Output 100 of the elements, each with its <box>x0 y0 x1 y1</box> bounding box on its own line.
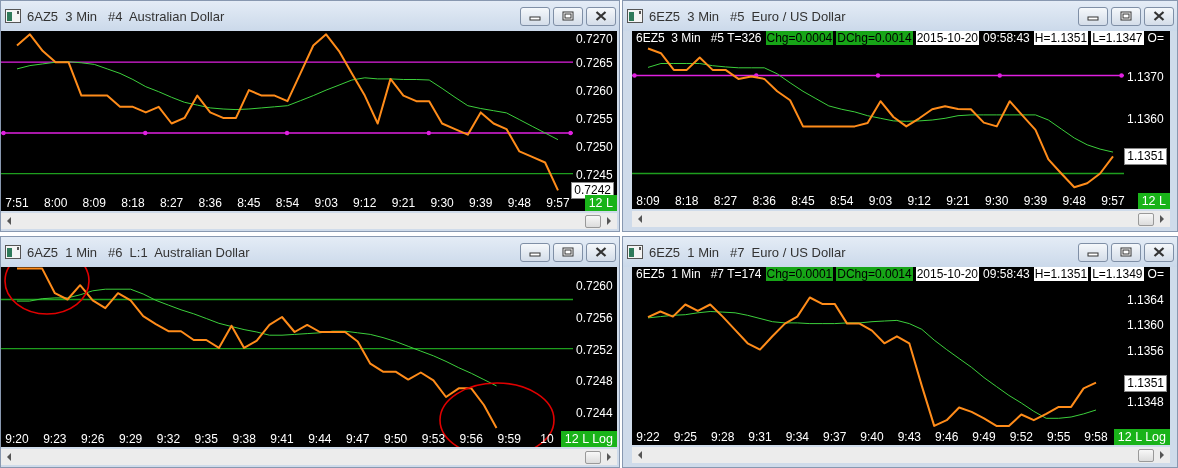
axis-tick-label: 0.7255 <box>576 111 613 126</box>
scale-badge: 12 L Log <box>1113 429 1170 445</box>
window-title: 6AZ5 3 Min #4 Australian Dollar <box>27 8 226 24</box>
scroll-left-icon[interactable] <box>5 217 13 225</box>
info-field: 6EZ5 3 Min #5 T=326 <box>635 31 763 45</box>
time-tick-label: 9:57 <box>1101 194 1125 208</box>
close-button[interactable] <box>586 242 616 262</box>
scroll-left-icon[interactable] <box>636 451 644 459</box>
scale-badge: 12 L <box>584 195 617 211</box>
time-tick-label: 9:22 <box>636 430 660 444</box>
axis-tick-label: 0.7250 <box>576 139 613 154</box>
time-tick-label: 9:03 <box>868 194 893 208</box>
scroll-right-icon[interactable] <box>605 217 613 225</box>
info-field: Chg=0.0004 <box>765 31 834 45</box>
time-tick-label: 9:20 <box>5 432 29 446</box>
time-tick-label: 9:39 <box>469 196 493 210</box>
close-button[interactable] <box>1144 242 1174 262</box>
scrollbar-thumb[interactable] <box>1138 448 1154 462</box>
window-title: 6EZ5 3 Min #5 Euro / US Dollar <box>649 8 847 24</box>
time-tick-label: 8:27 <box>159 196 184 210</box>
time-tick-label: 9:12 <box>353 196 377 210</box>
time-tick-label: 9:37 <box>823 430 847 444</box>
scroll-right-icon[interactable] <box>1158 451 1166 459</box>
scrollbar-thumb[interactable] <box>585 450 601 464</box>
axis-tick-label: 0.7252 <box>576 342 613 357</box>
scale-badge: 12 L Log <box>560 431 617 447</box>
scroll-right-icon[interactable] <box>605 453 613 461</box>
time-tick-label: 9:21 <box>946 194 970 208</box>
scrollbar-thumb[interactable] <box>1138 212 1154 226</box>
time-tick-label: 9:21 <box>391 196 416 210</box>
time-tick-label: 9:44 <box>308 432 332 446</box>
time-tick-label: 8:36 <box>198 196 222 210</box>
time-tick-label: 9:26 <box>81 432 105 446</box>
scrollbar[interactable] <box>632 447 1170 463</box>
info-field: L=1.1349 <box>1091 267 1144 281</box>
axis-tick-label: 1.1360 <box>1127 318 1164 333</box>
minimize-button[interactable] <box>1078 242 1108 262</box>
info-field: 09:58:43 <box>982 31 1031 45</box>
time-tick-label: 9:58 <box>1084 430 1108 444</box>
time-tick-label: 9:30 <box>430 196 454 210</box>
time-tick-label: 9:30 <box>985 194 1009 208</box>
time-tick-label: 9:03 <box>314 196 338 210</box>
time-tick-label: 9:28 <box>711 430 735 444</box>
time-tick-label: 8:09 <box>636 194 660 208</box>
info-field: 2015-10-20 <box>915 31 980 45</box>
axis-tick-label: 1.1364 <box>1127 292 1164 307</box>
axis-tick-label: 0.7244 <box>576 406 613 421</box>
time-tick-label: 9:56 <box>459 432 483 446</box>
time-tick-label: 9:23 <box>43 432 67 446</box>
info-field: DChg=0.0014 <box>836 267 913 281</box>
time-tick-label: 9:41 <box>270 432 294 446</box>
time-tick-label: 9:31 <box>748 430 772 444</box>
minimize-button[interactable] <box>1078 6 1108 26</box>
minimize-button[interactable] <box>520 6 550 26</box>
close-icon <box>1153 247 1165 257</box>
info-field: H=1.1351 <box>1033 31 1089 45</box>
info-field: O= <box>1146 267 1165 281</box>
restore-icon <box>1120 11 1132 21</box>
time-tick-label: 7:51 <box>5 196 29 210</box>
scrollbar[interactable] <box>632 211 1170 227</box>
close-button[interactable] <box>586 6 616 26</box>
time-tick-label: 9:53 <box>421 432 446 446</box>
restore-icon <box>562 11 574 21</box>
scrollbar[interactable] <box>1 449 617 465</box>
axis-tick-label: 0.7248 <box>576 374 613 389</box>
time-tick-label: 9:52 <box>1009 430 1033 444</box>
close-icon <box>1153 11 1165 21</box>
time-tick-label: 9:57 <box>546 196 570 210</box>
scrollbar-thumb[interactable] <box>585 214 601 228</box>
minimize-button[interactable] <box>520 242 550 262</box>
time-tick-label: 8:00 <box>43 196 68 210</box>
scrollbar[interactable] <box>1 213 617 229</box>
scale-badge: 12 L <box>1137 193 1170 209</box>
restore-icon <box>1120 247 1132 257</box>
close-icon <box>595 247 607 257</box>
close-icon <box>595 11 607 21</box>
scroll-right-icon[interactable] <box>1158 215 1166 223</box>
time-tick-label: 9:29 <box>118 432 143 446</box>
axis-tick-label: 0.7260 <box>576 84 613 99</box>
close-button[interactable] <box>1144 6 1174 26</box>
price-label: 1.1351 <box>1124 148 1167 166</box>
axis-tick-label: 1.1360 <box>1127 112 1164 127</box>
time-tick-label: 9:25 <box>673 430 697 444</box>
time-tick-label: 8:27 <box>713 194 738 208</box>
time-tick-label: 8:45 <box>237 196 261 210</box>
scroll-left-icon[interactable] <box>636 215 644 223</box>
restore-icon <box>562 247 574 257</box>
window-title: 6AZ5 1 Min #6 L:1 Australian Dollar <box>27 244 251 260</box>
info-field: 09:58:43 <box>982 267 1031 281</box>
axis-tick-label: 1.1370 <box>1127 69 1164 84</box>
info-field: H=1.1351 <box>1033 267 1089 281</box>
app-icon <box>5 9 21 23</box>
scroll-left-icon[interactable] <box>5 453 13 461</box>
time-tick-label: 9:55 <box>1047 430 1071 444</box>
time-tick-label: 9:59 <box>497 432 521 446</box>
info-field: 2015-10-20 <box>915 267 980 281</box>
axis-tick-label: 0.7256 <box>576 310 613 325</box>
axis-tick-label: 1.1356 <box>1127 343 1164 358</box>
time-tick-label: 9:34 <box>785 430 809 444</box>
time-tick-label: 9:48 <box>507 196 532 210</box>
